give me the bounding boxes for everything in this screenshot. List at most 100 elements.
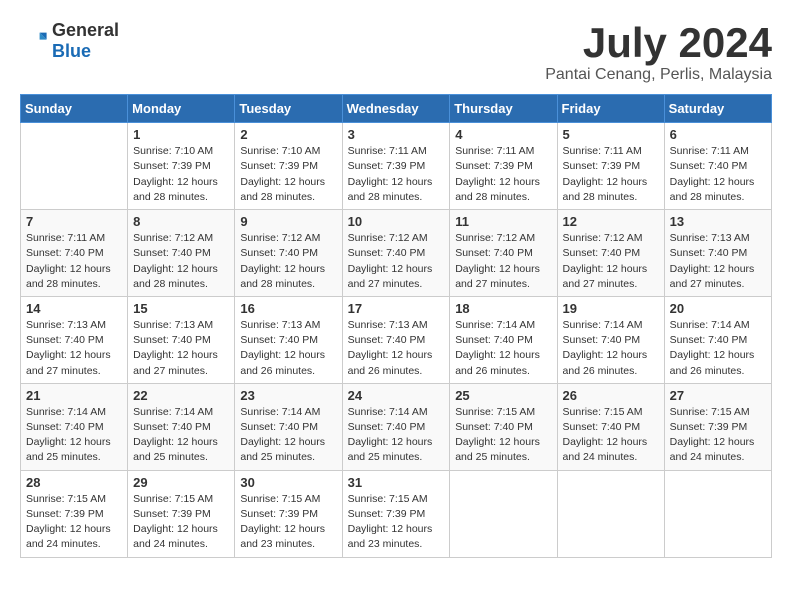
day-number: 6 — [670, 127, 766, 142]
day-info: Sunrise: 7:11 AM Sunset: 7:39 PM Dayligh… — [348, 144, 445, 205]
day-number: 19 — [563, 301, 659, 316]
logo-text: General Blue — [52, 20, 119, 62]
day-info: Sunrise: 7:14 AM Sunset: 7:40 PM Dayligh… — [348, 405, 445, 466]
calendar-cell — [450, 470, 557, 557]
day-number: 20 — [670, 301, 766, 316]
header: General Blue July 2024 Pantai Cenang, Pe… — [20, 20, 772, 84]
calendar-cell: 22 Sunrise: 7:14 AM Sunset: 7:40 PM Dayli… — [128, 383, 235, 470]
day-info: Sunrise: 7:10 AM Sunset: 7:39 PM Dayligh… — [240, 144, 336, 205]
logo-icon — [20, 27, 48, 55]
day-number: 10 — [348, 214, 445, 229]
calendar-cell: 6 Sunrise: 7:11 AM Sunset: 7:40 PM Daylig… — [664, 123, 771, 210]
day-number: 11 — [455, 214, 551, 229]
calendar-cell: 29 Sunrise: 7:15 AM Sunset: 7:39 PM Dayli… — [128, 470, 235, 557]
calendar-cell: 24 Sunrise: 7:14 AM Sunset: 7:40 PM Dayli… — [342, 383, 450, 470]
day-number: 31 — [348, 475, 445, 490]
day-info: Sunrise: 7:12 AM Sunset: 7:40 PM Dayligh… — [563, 231, 659, 292]
day-number: 8 — [133, 214, 229, 229]
calendar-cell — [664, 470, 771, 557]
calendar-cell: 18 Sunrise: 7:14 AM Sunset: 7:40 PM Dayli… — [450, 296, 557, 383]
calendar-cell: 1Sunrise: 7:10 AM Sunset: 7:39 PM Daylig… — [128, 123, 235, 210]
calendar-cell: 7 Sunrise: 7:11 AM Sunset: 7:40 PM Daylig… — [21, 210, 128, 297]
day-of-week-header: SundayMondayTuesdayWednesdayThursdayFrid… — [21, 95, 772, 123]
calendar-cell: 16 Sunrise: 7:13 AM Sunset: 7:40 PM Dayli… — [235, 296, 342, 383]
calendar-cell: 8 Sunrise: 7:12 AM Sunset: 7:40 PM Daylig… — [128, 210, 235, 297]
day-number: 24 — [348, 388, 445, 403]
day-number: 9 — [240, 214, 336, 229]
logo-blue: Blue — [52, 41, 91, 61]
day-number: 1 — [133, 127, 229, 142]
calendar-week-1: 1 Sunrise: 7:10 AM Sunset: 7:39 PM Daylig… — [21, 123, 772, 210]
day-info: Sunrise: 7:15 AM Sunset: 7:39 PM Dayligh… — [348, 492, 445, 553]
day-info: Sunrise: 7:15 AM Sunset: 7:40 PM Dayligh… — [563, 405, 659, 466]
day-number: 2 — [240, 127, 336, 142]
calendar-cell: 23 Sunrise: 7:14 AM Sunset: 7:40 PM Dayli… — [235, 383, 342, 470]
calendar-week-3: 14 Sunrise: 7:13 AM Sunset: 7:40 PM Dayli… — [21, 296, 772, 383]
day-info: Sunrise: 7:11 AM Sunset: 7:39 PM Dayligh… — [455, 144, 551, 205]
day-info: Sunrise: 7:13 AM Sunset: 7:40 PM Dayligh… — [133, 318, 229, 379]
calendar-cell: 11 Sunrise: 7:12 AM Sunset: 7:40 PM Dayli… — [450, 210, 557, 297]
calendar-cell: 15 Sunrise: 7:13 AM Sunset: 7:40 PM Dayli… — [128, 296, 235, 383]
dow-sunday: Sunday — [21, 95, 128, 123]
day-info: Sunrise: 7:13 AM Sunset: 7:40 PM Dayligh… — [26, 318, 122, 379]
day-info: Sunrise: 7:13 AM Sunset: 7:40 PM Dayligh… — [240, 318, 336, 379]
day-info: Sunrise: 7:12 AM Sunset: 7:40 PM Dayligh… — [133, 231, 229, 292]
day-number: 30 — [240, 475, 336, 490]
dow-monday: Monday — [128, 95, 235, 123]
day-number: 29 — [133, 475, 229, 490]
day-info: Sunrise: 7:14 AM Sunset: 7:40 PM Dayligh… — [26, 405, 122, 466]
day-number: 4 — [455, 127, 551, 142]
calendar-cell — [21, 123, 128, 210]
calendar-cell: 17 Sunrise: 7:13 AM Sunset: 7:40 PM Dayli… — [342, 296, 450, 383]
day-number: 17 — [348, 301, 445, 316]
day-info: Sunrise: 7:12 AM Sunset: 7:40 PM Dayligh… — [348, 231, 445, 292]
day-info: Sunrise: 7:15 AM Sunset: 7:39 PM Dayligh… — [26, 492, 122, 553]
day-number: 25 — [455, 388, 551, 403]
calendar-cell: 27Sunrise: 7:15 AM Sunset: 7:39 PM Dayli… — [664, 383, 771, 470]
calendar-cell: 10 Sunrise: 7:12 AM Sunset: 7:40 PM Dayli… — [342, 210, 450, 297]
dow-wednesday: Wednesday — [342, 95, 450, 123]
day-info: Sunrise: 7:14 AM Sunset: 7:40 PM Dayligh… — [240, 405, 336, 466]
day-info: Sunrise: 7:11 AM Sunset: 7:40 PM Dayligh… — [26, 231, 122, 292]
location-title: Pantai Cenang, Perlis, Malaysia — [545, 66, 772, 84]
day-info: Sunrise: 7:14 AM Sunset: 7:40 PM Dayligh… — [563, 318, 659, 379]
calendar-cell: 3 Sunrise: 7:11 AM Sunset: 7:39 PM Daylig… — [342, 123, 450, 210]
day-info: Sunrise: 7:15 AM Sunset: 7:39 PM Dayligh… — [240, 492, 336, 553]
day-number: 22 — [133, 388, 229, 403]
day-number: 23 — [240, 388, 336, 403]
calendar-cell: 20Sunrise: 7:14 AM Sunset: 7:40 PM Dayli… — [664, 296, 771, 383]
day-number: 12 — [563, 214, 659, 229]
calendar-week-4: 21 Sunrise: 7:14 AM Sunset: 7:40 PM Dayli… — [21, 383, 772, 470]
day-number: 15 — [133, 301, 229, 316]
title-section: July 2024 Pantai Cenang, Perlis, Malaysi… — [545, 20, 772, 84]
dow-thursday: Thursday — [450, 95, 557, 123]
day-number: 18 — [455, 301, 551, 316]
day-info: Sunrise: 7:14 AM Sunset: 7:40 PM Dayligh… — [133, 405, 229, 466]
day-info: Sunrise: 7:14 AM Sunset: 7:40 PM Dayligh… — [455, 318, 551, 379]
day-number: 16 — [240, 301, 336, 316]
day-info: Sunrise: 7:11 AM Sunset: 7:39 PM Dayligh… — [563, 144, 659, 205]
day-number: 3 — [348, 127, 445, 142]
calendar-cell: 4 Sunrise: 7:11 AM Sunset: 7:39 PM Daylig… — [450, 123, 557, 210]
logo-general: General — [52, 20, 119, 40]
day-number: 7 — [26, 214, 122, 229]
dow-friday: Friday — [557, 95, 664, 123]
calendar-cell: 14 Sunrise: 7:13 AM Sunset: 7:40 PM Dayli… — [21, 296, 128, 383]
day-number: 14 — [26, 301, 122, 316]
day-number: 5 — [563, 127, 659, 142]
calendar-cell: 12 Sunrise: 7:12 AM Sunset: 7:40 PM Dayli… — [557, 210, 664, 297]
day-info: Sunrise: 7:12 AM Sunset: 7:40 PM Dayligh… — [455, 231, 551, 292]
calendar-cell: 19 Sunrise: 7:14 AM Sunset: 7:40 PM Dayli… — [557, 296, 664, 383]
day-info: Sunrise: 7:11 AM Sunset: 7:40 PM Dayligh… — [670, 144, 766, 205]
calendar-cell: 31 Sunrise: 7:15 AM Sunset: 7:39 PM Dayli… — [342, 470, 450, 557]
calendar-week-2: 7 Sunrise: 7:11 AM Sunset: 7:40 PM Daylig… — [21, 210, 772, 297]
day-number: 26 — [563, 388, 659, 403]
calendar-cell: 25 Sunrise: 7:15 AM Sunset: 7:40 PM Dayli… — [450, 383, 557, 470]
day-info: Sunrise: 7:15 AM Sunset: 7:40 PM Dayligh… — [455, 405, 551, 466]
day-number: 13 — [670, 214, 766, 229]
day-info: Sunrise: 7:13 AM Sunset: 7:40 PM Dayligh… — [348, 318, 445, 379]
calendar-table: SundayMondayTuesdayWednesdayThursdayFrid… — [20, 94, 772, 557]
day-info: Sunrise: 7:15 AM Sunset: 7:39 PM Dayligh… — [133, 492, 229, 553]
dow-tuesday: Tuesday — [235, 95, 342, 123]
day-number: 21 — [26, 388, 122, 403]
